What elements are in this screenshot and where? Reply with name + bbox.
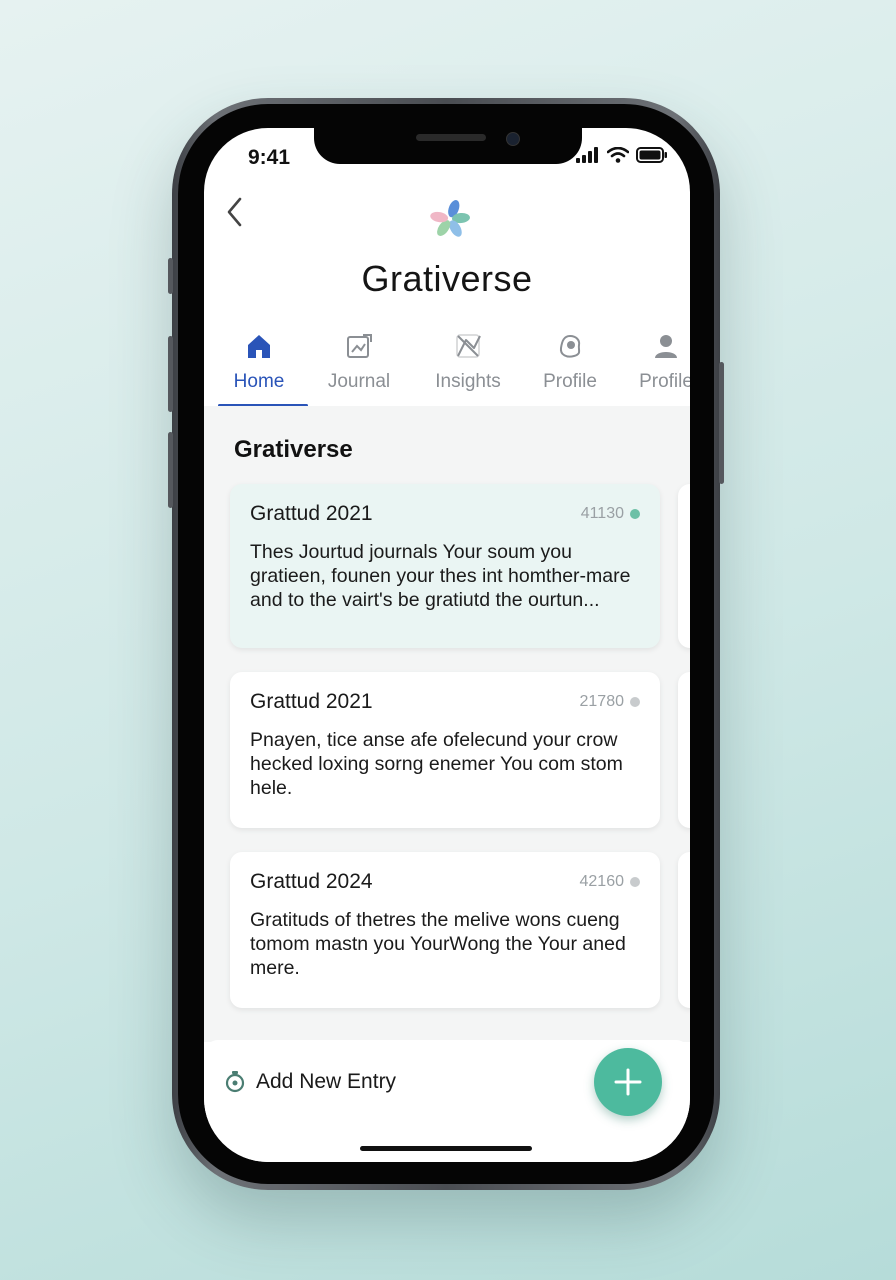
- insights-icon: [456, 334, 481, 358]
- entry-card[interactable]: Grattud 2021 21780 Pnayen, tice anse afe…: [230, 672, 660, 828]
- timer-icon: [225, 1071, 245, 1093]
- flower-logo-icon: [430, 200, 470, 237]
- volume-up-button: [168, 336, 173, 412]
- speaker: [416, 134, 486, 141]
- power-button: [719, 362, 724, 484]
- add-entry-label: Add New Entry: [256, 1070, 397, 1093]
- tab-bar: Home Journal Insights Profile Profile: [204, 324, 690, 407]
- plus-icon: [614, 1068, 642, 1096]
- app-title: Grativerse: [361, 258, 533, 299]
- tab-home[interactable]: Home: [209, 332, 309, 393]
- wifi-icon: [607, 147, 629, 163]
- status-dot: [630, 509, 640, 519]
- tab-label: Home: [233, 371, 285, 392]
- next-card-peek[interactable]: [678, 484, 690, 648]
- next-card-peek[interactable]: [678, 672, 690, 828]
- entry-card[interactable]: Grattud 2021 41130 Thes Jourtud journals…: [230, 484, 660, 648]
- tab-profile-2[interactable]: Profile: [616, 332, 690, 393]
- entry-body: Gratituds of thetres the melive wons cue…: [250, 909, 626, 979]
- add-entry-fab[interactable]: [594, 1048, 662, 1116]
- add-new-entry-link[interactable]: Add New Entry: [224, 1070, 396, 1094]
- main-content: Grativerse Grattud 2021 41130 Thes Jourt…: [204, 406, 690, 1042]
- status-icons: [576, 147, 668, 163]
- entry-number: 21780: [579, 693, 625, 710]
- front-camera: [506, 132, 520, 146]
- mute-switch: [168, 258, 173, 294]
- tab-profile[interactable]: Profile: [520, 332, 620, 393]
- entry-number: 41130: [580, 505, 624, 522]
- notch: [314, 128, 582, 164]
- tab-label: Profile: [543, 371, 597, 392]
- app-logo: [427, 196, 473, 247]
- home-icon: [248, 335, 270, 358]
- entry-title: Grattud 2021: [250, 502, 373, 525]
- tab-label: Insights: [435, 371, 501, 392]
- entry-number: 42160: [579, 873, 625, 890]
- status-dot: [630, 877, 640, 887]
- status-dot: [630, 697, 640, 707]
- back-button[interactable]: [224, 196, 246, 233]
- tab-label: Journal: [327, 371, 391, 392]
- app-screen: 9:41 Grativerse Home Journal Insights Pr…: [204, 128, 690, 1162]
- entry-title: Grattud 2024: [250, 870, 373, 893]
- home-indicator[interactable]: [360, 1146, 532, 1151]
- signal-icon: [576, 147, 598, 163]
- journal-icon: [347, 334, 372, 358]
- bottom-bar: Add New Entry: [204, 1040, 690, 1162]
- person-icon: [655, 335, 677, 358]
- entry-title: Grattud 2021: [250, 690, 373, 713]
- tab-insights[interactable]: Insights: [418, 332, 518, 393]
- tab-journal[interactable]: Journal: [309, 332, 409, 393]
- profile-badge-icon: [559, 334, 581, 358]
- chevron-left-icon: [227, 197, 242, 227]
- tab-label: Profile: [639, 371, 690, 392]
- entry-card[interactable]: Grattud 2024 42160 Gratituds of thetres …: [230, 852, 660, 1008]
- volume-down-button: [168, 432, 173, 508]
- status-time: 9:41: [248, 146, 291, 169]
- entry-body: Thes Jourtud journals Your soum you grat…: [250, 541, 631, 611]
- entry-body: Pnayen, tice anse afe ofelecund your cro…: [250, 729, 623, 799]
- next-card-peek[interactable]: [678, 852, 690, 1008]
- battery-icon: [636, 147, 667, 163]
- section-title: Grativerse: [234, 436, 353, 463]
